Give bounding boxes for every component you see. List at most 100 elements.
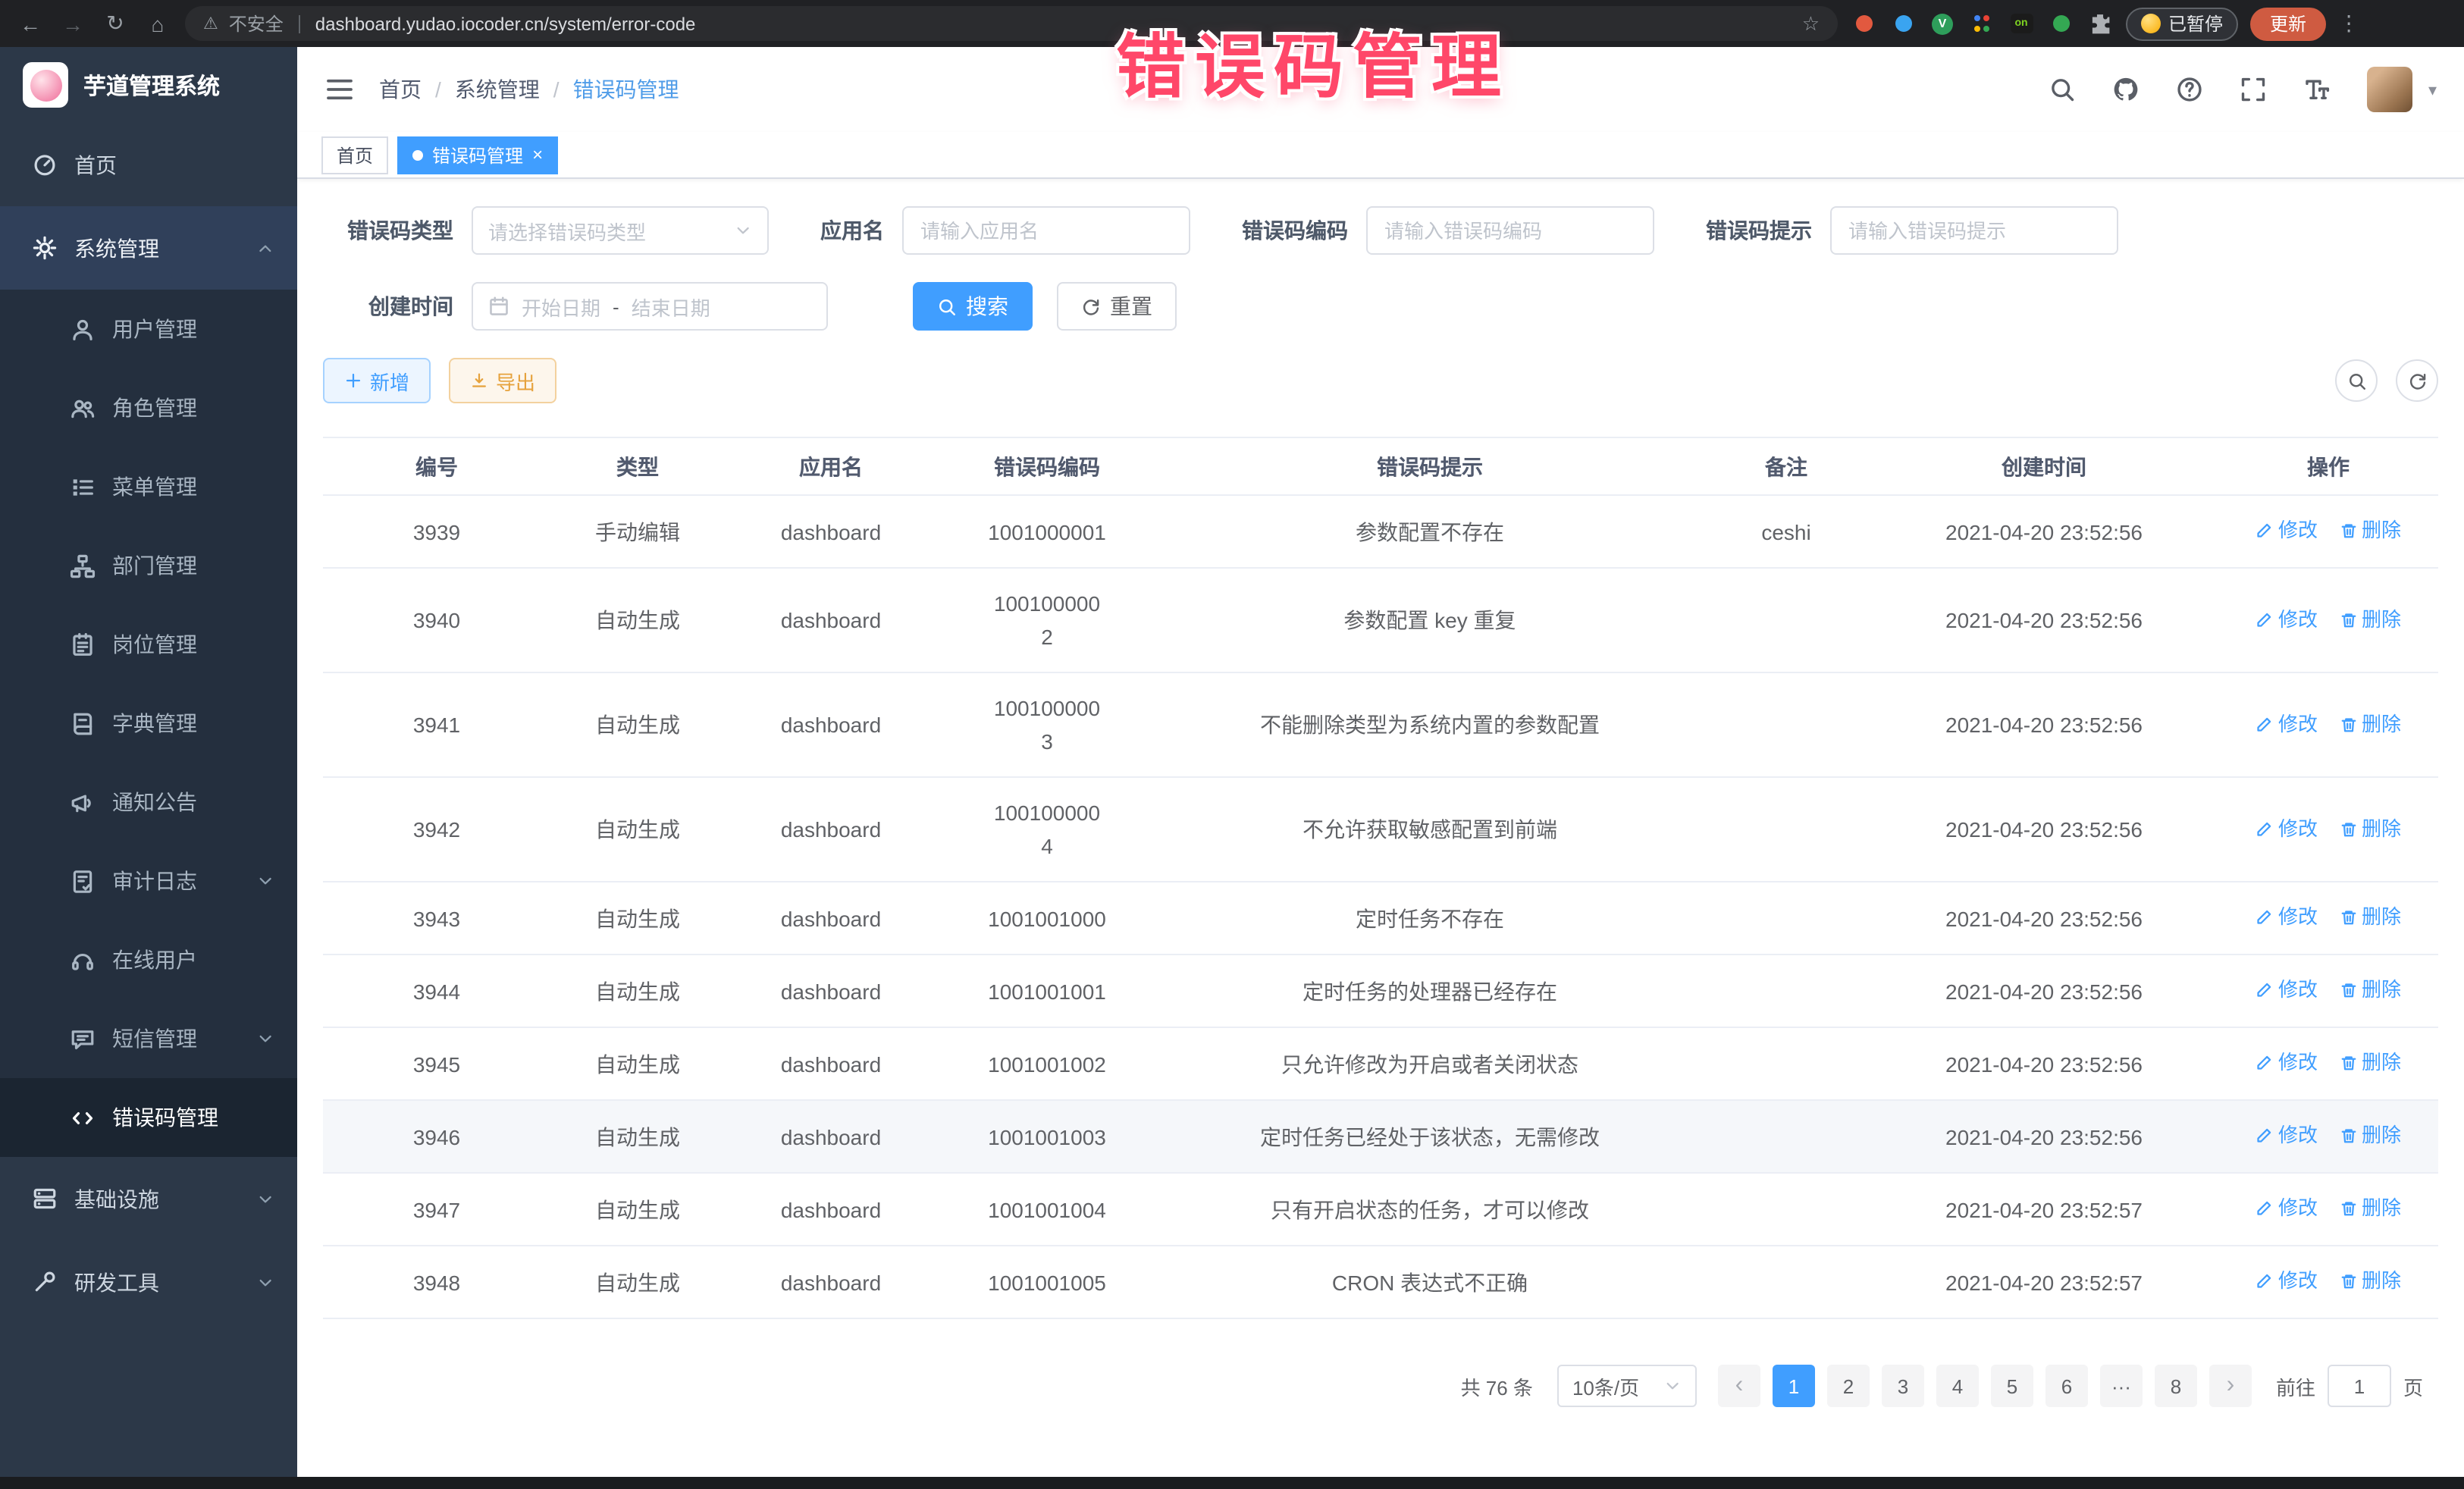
font-size-icon[interactable] [2304,76,2331,103]
browser-back-icon[interactable]: ← [15,8,45,39]
delete-link[interactable]: 删除 [2339,812,2401,845]
cell-type: 自动生成 [550,777,725,882]
sidebar-item-system[interactable]: 系统管理 [0,206,297,290]
page-size-select[interactable]: 10条/页 [1557,1365,1697,1407]
page-button-3[interactable]: 3 [1882,1365,1924,1407]
page-button-5[interactable]: 5 [1991,1365,2033,1407]
tab-error-code[interactable]: 错误码管理× [397,136,558,174]
extension-icon-6[interactable] [2047,10,2074,37]
prev-page-button[interactable]: ‹ [1718,1365,1760,1407]
cell-id: 3947 [323,1173,550,1246]
search-button[interactable]: 搜索 [913,282,1033,331]
cell-code: 1001001002 [937,1027,1157,1100]
browser-home-icon[interactable]: ⌂ [143,8,173,39]
delete-link[interactable]: 删除 [2339,973,2401,1007]
header-search-icon[interactable] [2049,76,2077,103]
next-page-button[interactable]: › [2209,1365,2252,1407]
edit-link[interactable]: 修改 [2256,1265,2318,1298]
delete-link[interactable]: 删除 [2339,603,2401,636]
extensions-puzzle-icon[interactable] [2086,10,2114,37]
browser-menu-icon[interactable]: ⋮ [2338,11,2359,36]
sidebar-item-error-code[interactable]: 错误码管理 [0,1078,297,1157]
edit-link[interactable]: 修改 [2256,1119,2318,1152]
delete-link[interactable]: 删除 [2339,514,2401,547]
reset-button[interactable]: 重置 [1057,282,1177,331]
sidebar-item-menu[interactable]: 菜单管理 [0,447,297,526]
address-bar[interactable]: ⚠ 不安全 dashboard.yudao.iocoder.cn/system/… [185,6,1838,41]
github-icon[interactable] [2113,76,2140,103]
table-header-cell: 编号 [323,437,550,495]
delete-link[interactable]: 删除 [2339,1265,2401,1298]
cell-id: 3940 [323,568,550,672]
profile-paused-badge[interactable]: 已暂停 [2126,7,2238,40]
export-button[interactable]: 导出 [449,358,556,403]
edit-link[interactable]: 修改 [2256,514,2318,547]
cell-code: 1001001000 [937,882,1157,955]
edit-link[interactable]: 修改 [2256,1192,2318,1225]
extension-icon-5[interactable]: on [2008,10,2035,37]
delete-link[interactable]: 删除 [2339,1119,2401,1152]
delete-link[interactable]: 删除 [2339,707,2401,741]
end-date-placeholder: 结束日期 [632,292,710,321]
sidebar-item-role[interactable]: 角色管理 [0,368,297,447]
edit-link[interactable]: 修改 [2256,603,2318,636]
edit-link[interactable]: 修改 [2256,901,2318,934]
edit-link[interactable]: 修改 [2256,1046,2318,1080]
user-avatar[interactable] [2368,67,2413,112]
error-type-select[interactable]: 请选择错误码类型 [472,206,769,255]
edit-link[interactable]: 修改 [2256,812,2318,845]
fullscreen-icon[interactable] [2240,76,2268,103]
sidebar-item-devtools[interactable]: 研发工具 [0,1240,297,1324]
error-hint-input[interactable] [1830,206,2118,255]
add-button[interactable]: 新增 [323,358,431,403]
sidebar-item-sms[interactable]: 短信管理 [0,999,297,1078]
sidebar-item-user[interactable]: 用户管理 [0,290,297,368]
page-button-4[interactable]: 4 [1936,1365,1979,1407]
tab-home[interactable]: 首页 [321,136,388,174]
delete-link[interactable]: 删除 [2339,1192,2401,1225]
sidebar-item-online-user[interactable]: 在线用户 [0,920,297,999]
breadcrumb-item[interactable]: 首页 [379,74,422,105]
bookmark-star-icon[interactable]: ☆ [1802,11,1820,36]
browser-reload-icon[interactable]: ↻ [100,8,130,39]
sidebar-item-notice[interactable]: 通知公告 [0,763,297,842]
extension-icon-3[interactable]: V [1929,10,1956,37]
app-logo-row[interactable]: 芋道管理系统 [0,47,297,123]
edit-icon [2256,522,2274,540]
edit-link[interactable]: 修改 [2256,973,2318,1007]
extension-icon-2[interactable] [1889,10,1917,37]
create-time-range-picker[interactable]: 开始日期 - 结束日期 [472,282,828,331]
cell-app: dashboard [725,672,937,777]
delete-link[interactable]: 删除 [2339,1046,2401,1080]
browser-update-button[interactable]: 更新 [2250,7,2326,40]
page-button-8[interactable]: 8 [2155,1365,2197,1407]
table-row: 3940自动生成dashboard100100000 2参数配置 key 重复2… [323,568,2438,672]
page-button-2[interactable]: 2 [1827,1365,1870,1407]
error-code-input[interactable] [1366,206,1654,255]
tab-close-icon[interactable]: × [532,146,543,164]
goto-page-input[interactable] [2328,1365,2391,1407]
sidebar-item-dict[interactable]: 字典管理 [0,684,297,763]
sidebar-item-dept[interactable]: 部门管理 [0,526,297,605]
breadcrumb-item[interactable]: 系统管理 [455,74,540,105]
page-ellipsis[interactable]: ··· [2100,1365,2143,1407]
page-button-1[interactable]: 1 [1773,1365,1815,1407]
extension-icon-1[interactable] [1850,10,1877,37]
avatar-caret-icon[interactable]: ▾ [2428,80,2437,99]
delete-link[interactable]: 删除 [2339,901,2401,934]
extension-icon-4[interactable] [1968,10,1995,37]
sidebar-item-post[interactable]: 岗位管理 [0,605,297,684]
browser-forward-icon[interactable]: → [58,8,88,39]
edit-link[interactable]: 修改 [2256,707,2318,741]
sidebar-item-home[interactable]: 首页 [0,123,297,206]
collapse-sidebar-icon[interactable] [324,74,355,105]
refresh-table-button[interactable] [2396,359,2438,402]
sidebar-item-audit-log[interactable]: 审计日志 [0,842,297,920]
edit-icon [2256,908,2274,926]
page-button-6[interactable]: 6 [2045,1365,2088,1407]
help-icon[interactable] [2177,76,2204,103]
sidebar-item-infra[interactable]: 基础设施 [0,1157,297,1240]
toggle-search-button[interactable] [2335,359,2378,402]
table-row: 3948自动生成dashboard1001001005CRON 表达式不正确20… [323,1246,2438,1318]
app-name-input[interactable] [902,206,1190,255]
